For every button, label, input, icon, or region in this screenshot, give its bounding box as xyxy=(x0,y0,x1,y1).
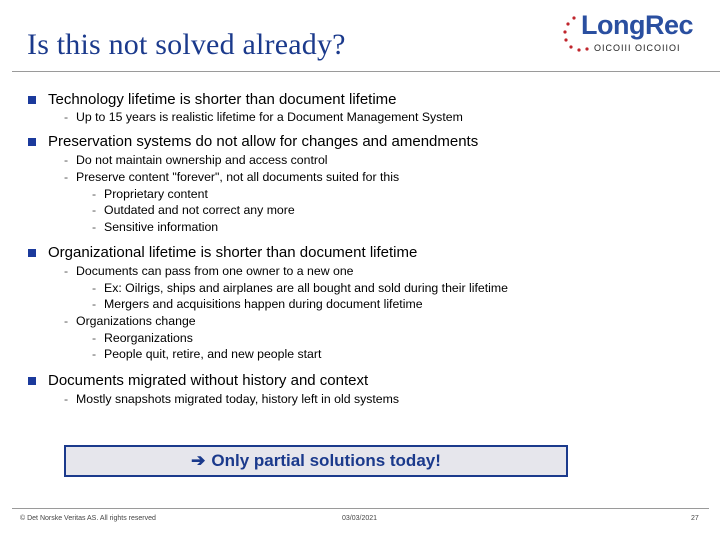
sub-bullet-text: Mostly snapshots migrated today, history… xyxy=(76,392,400,406)
footer-copyright: © Det Norske Veritas AS. All rights rese… xyxy=(20,515,156,522)
page-number: 27 xyxy=(691,515,699,522)
logo-binary: OICOIII OICOIIOI xyxy=(594,43,681,53)
sub-bullet-item: - Mostly snapshots migrated today, histo… xyxy=(64,392,400,406)
logo-name: LongRec xyxy=(581,10,694,40)
dash-icon: - xyxy=(92,331,97,345)
dash-icon: - xyxy=(64,314,69,328)
sub-sub-bullet-item: - Ex: Oilrigs, ships and airplanes are a… xyxy=(92,281,508,295)
bullet-item: Documents migrated without history and c… xyxy=(28,372,369,389)
bullet-text: Organizational lifetime is shorter than … xyxy=(48,244,418,261)
square-bullet-icon xyxy=(28,138,36,146)
sub-sub-bullet-item: - Outdated and not correct any more xyxy=(92,203,295,217)
sub-sub-bullet-item: - People quit, retire, and new people st… xyxy=(92,347,322,361)
footer-date: 03/03/2021 xyxy=(342,515,378,522)
callout-text: Only partial solutions today! xyxy=(211,451,441,470)
bullet-item: Organizational lifetime is shorter than … xyxy=(28,244,418,261)
sub-sub-bullet-text: Ex: Oilrigs, ships and airplanes are all… xyxy=(104,281,508,295)
dash-icon: - xyxy=(92,297,97,311)
sub-bullet-item: - Preserve content "forever", not all do… xyxy=(64,170,400,184)
longrec-logo: LongRec OICOIII OICOIIOI xyxy=(560,10,694,57)
sub-sub-bullet-text: People quit, retire, and new people star… xyxy=(104,347,322,361)
dash-icon: - xyxy=(92,187,97,201)
sub-bullet-text: Up to 15 years is realistic lifetime for… xyxy=(76,110,463,124)
dash-icon: - xyxy=(64,264,69,278)
sub-bullet-text: Organizations change xyxy=(76,314,196,328)
bullet-text: Documents migrated without history and c… xyxy=(48,372,369,389)
dash-icon: - xyxy=(64,392,69,406)
sub-sub-bullet-text: Reorganizations xyxy=(104,331,193,345)
sub-sub-bullet-text: Sensitive information xyxy=(104,220,219,234)
sub-sub-bullet-item: - Mergers and acquisitions happen during… xyxy=(92,297,423,311)
sub-sub-bullet-text: Proprietary content xyxy=(104,187,208,201)
square-bullet-icon xyxy=(28,249,36,257)
footer-divider xyxy=(12,508,709,509)
sub-bullet-text: Documents can pass from one owner to a n… xyxy=(76,264,354,278)
sub-bullet-item: - Up to 15 years is realistic lifetime f… xyxy=(64,110,463,124)
sub-bullet-text: Preserve content "forever", not all docu… xyxy=(76,170,400,184)
slide-title: Is this not solved already? xyxy=(27,28,346,61)
dash-icon: - xyxy=(64,110,69,124)
dash-icon: - xyxy=(92,281,97,295)
sub-sub-bullet-item: - Sensitive information xyxy=(92,220,219,234)
square-bullet-icon xyxy=(28,96,36,104)
title-divider xyxy=(12,71,720,72)
dash-icon: - xyxy=(92,347,97,361)
bullet-item: Preservation systems do not allow for ch… xyxy=(28,133,479,150)
dash-icon: - xyxy=(92,220,97,234)
bullet-text: Preservation systems do not allow for ch… xyxy=(48,133,479,150)
sub-bullet-item: - Organizations change xyxy=(64,314,196,328)
bullet-item: Technology lifetime is shorter than docu… xyxy=(28,91,397,108)
sub-sub-bullet-text: Mergers and acquisitions happen during d… xyxy=(104,297,423,311)
sub-bullet-item: - Documents can pass from one owner to a… xyxy=(64,264,354,278)
sub-bullet-item: - Do not maintain ownership and access c… xyxy=(64,153,328,167)
dash-icon: - xyxy=(64,170,69,184)
square-bullet-icon xyxy=(28,377,36,385)
conclusion-callout: ➔ Only partial solutions today! xyxy=(64,445,568,477)
right-arrow-icon: ➔ xyxy=(191,451,206,470)
sub-bullet-text: Do not maintain ownership and access con… xyxy=(76,153,328,167)
dash-icon: - xyxy=(64,153,69,167)
sub-sub-bullet-item: - Proprietary content xyxy=(92,187,208,201)
bullet-text: Technology lifetime is shorter than docu… xyxy=(48,91,397,108)
sub-sub-bullet-item: - Reorganizations xyxy=(92,331,193,345)
dash-icon: - xyxy=(92,203,97,217)
sub-sub-bullet-text: Outdated and not correct any more xyxy=(104,203,295,217)
